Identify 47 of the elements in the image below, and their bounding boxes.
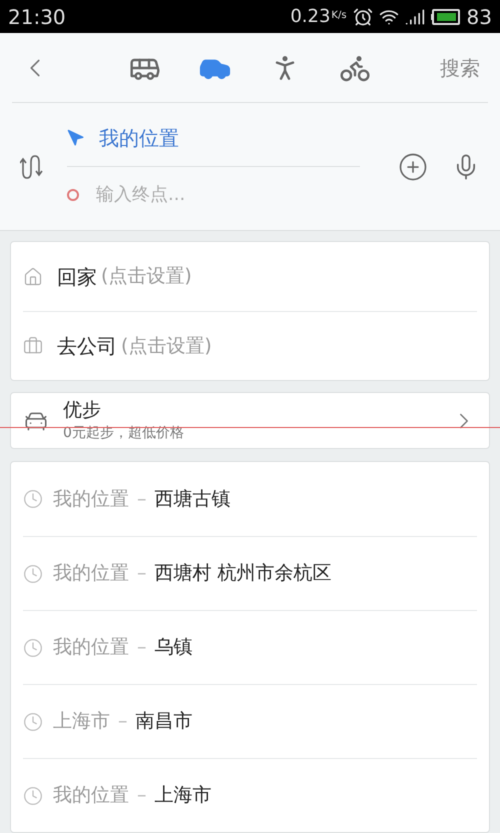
history-separator: – bbox=[137, 783, 146, 808]
house-icon bbox=[23, 266, 43, 286]
history-destination: 南昌市 bbox=[136, 709, 192, 734]
plus-icon bbox=[398, 152, 428, 182]
history-destination: 西塘古镇 bbox=[154, 486, 230, 512]
shortcut-label: 去公司 bbox=[57, 333, 117, 360]
history-separator: – bbox=[137, 635, 146, 660]
clock-icon bbox=[23, 712, 43, 732]
location-arrow-icon bbox=[67, 129, 85, 147]
signal-icon bbox=[404, 6, 425, 26]
history-item[interactable]: 上海市 – 南昌市 bbox=[23, 684, 477, 758]
start-field[interactable]: 我的位置 bbox=[99, 123, 179, 153]
history-item[interactable]: 我的位置 – 乌镇 bbox=[23, 610, 477, 684]
briefcase-icon bbox=[23, 336, 43, 356]
swap-icon[interactable] bbox=[20, 154, 44, 180]
history-destination: 乌镇 bbox=[154, 635, 192, 660]
history-separator: – bbox=[118, 709, 128, 734]
clock-icon bbox=[23, 564, 43, 584]
battery-icon bbox=[430, 8, 461, 24]
add-stop-button[interactable] bbox=[398, 152, 428, 182]
clock-icon bbox=[23, 489, 43, 509]
history-destination: 上海市 bbox=[154, 783, 212, 808]
shortcut-item[interactable]: 去公司 (点击设置) bbox=[23, 311, 477, 380]
history-origin: 我的位置 bbox=[53, 486, 129, 512]
shortcut-label: 回家 bbox=[57, 264, 97, 290]
battery-level: 83 bbox=[466, 4, 492, 30]
history-origin: 我的位置 bbox=[53, 635, 129, 660]
shortcut-item[interactable]: 回家 (点击设置) bbox=[23, 242, 477, 311]
clock-icon bbox=[23, 638, 43, 658]
clock-time: 21:30 bbox=[8, 4, 66, 30]
history-item[interactable]: 我的位置 – 西塘村 杭州市余杭区 bbox=[23, 536, 477, 610]
network-speed: 0.23 bbox=[290, 5, 330, 29]
history-separator: – bbox=[137, 486, 146, 512]
shortcut-hint: (点击设置) bbox=[121, 334, 212, 359]
history-origin: 我的位置 bbox=[53, 783, 129, 808]
alarm-icon bbox=[352, 6, 373, 26]
shortcut-hint: (点击设置) bbox=[101, 264, 192, 290]
history-origin: 我的位置 bbox=[53, 561, 129, 586]
history-destination: 西塘村 杭州市余杭区 bbox=[154, 561, 332, 586]
history-separator: – bbox=[137, 561, 146, 586]
history-origin: 上海市 bbox=[53, 709, 110, 734]
clock-icon bbox=[23, 786, 43, 806]
destination-field[interactable]: 输入终点... bbox=[96, 181, 336, 208]
history-item[interactable]: 我的位置 – 西塘古镇 bbox=[23, 462, 477, 536]
promo-title: 优步 bbox=[63, 398, 102, 423]
speed-unit: K/s bbox=[331, 8, 347, 22]
history-item[interactable]: 我的位置 – 上海市 bbox=[23, 758, 477, 832]
